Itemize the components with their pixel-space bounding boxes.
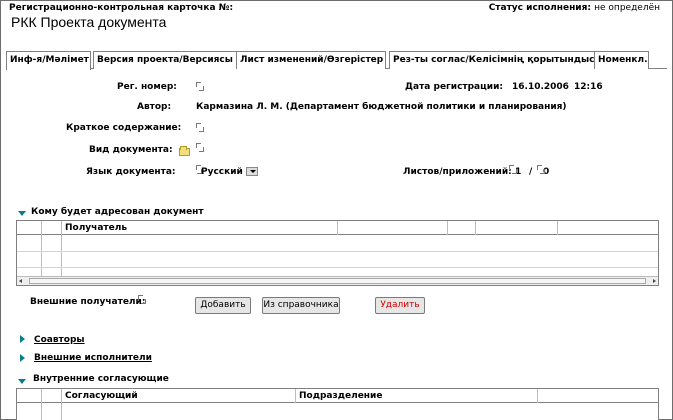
- col-divider: [537, 389, 538, 403]
- sheets-field-mark: [509, 165, 517, 174]
- collapse-triangle-icon[interactable]: [18, 211, 26, 216]
- addressed-section-title[interactable]: Кому будет адресован документ: [31, 207, 204, 217]
- language-label: Язык документа:: [86, 167, 176, 177]
- status-block: Статус исполнения: не определён: [489, 3, 660, 13]
- language-dropdown-arrow[interactable]: [246, 167, 258, 176]
- external-recipients-label: Внешние получатели:: [30, 297, 146, 307]
- status-label: Статус исполнения:: [488, 3, 591, 13]
- scroll-thumb[interactable]: [29, 278, 646, 284]
- department-column-header[interactable]: Подразделение: [299, 391, 382, 401]
- col-divider: [337, 221, 338, 235]
- tab-project-version[interactable]: Версия проекта/Версиясы: [93, 51, 238, 69]
- rkk-window: Регистрационно-контрольная карточка №: С…: [0, 0, 673, 420]
- tab-change-list[interactable]: Лист изменений/Өзгерістер: [236, 51, 386, 69]
- table-row: [17, 251, 658, 252]
- header-bar: Регистрационно-контрольная карточка №: С…: [9, 3, 664, 13]
- reg-date-label: Дата регистрации:: [405, 82, 504, 92]
- expand-triangle-icon[interactable]: [20, 354, 25, 362]
- reg-number-label: Рег. номер:: [117, 82, 177, 92]
- doctype-label: Вид документа:: [89, 145, 173, 155]
- language-value: Русский: [201, 167, 243, 177]
- tab-info[interactable]: Инф-я/Мәлімет: [6, 51, 91, 70]
- reg-number-field[interactable]: [196, 82, 204, 91]
- col-divider: [557, 221, 558, 235]
- status-value: не определён: [594, 3, 660, 13]
- approver-column-header[interactable]: Согласующий: [65, 391, 138, 401]
- expand-triangle-icon[interactable]: [20, 335, 25, 343]
- sheets-label: Листов/приложений:: [403, 167, 512, 177]
- add-button[interactable]: Добавить: [195, 297, 251, 314]
- col-divider: [475, 221, 476, 235]
- col-divider: [61, 389, 62, 420]
- internal-approvers-title[interactable]: Внутренние согласующие: [33, 374, 169, 384]
- external-executors-link[interactable]: Внешние исполнители: [34, 353, 152, 363]
- tab-bar: Инф-я/Мәлімет Версия проекта/Версиясы Ли…: [6, 51, 667, 70]
- sheets-separator: /: [529, 167, 533, 177]
- attachments-field-mark: [537, 165, 545, 174]
- reg-time-value: 12:16: [574, 82, 603, 92]
- from-reference-button[interactable]: Из справочника: [262, 297, 340, 314]
- col-divider: [41, 389, 42, 420]
- external-recipients-field[interactable]: [138, 295, 146, 304]
- recipient-column-header[interactable]: Получатель: [65, 223, 127, 233]
- author-value: Кармазина Л. М. (Департамент бюджетной п…: [196, 102, 567, 112]
- delete-button[interactable]: Удалить: [375, 297, 425, 314]
- collapse-triangle-icon[interactable]: [18, 379, 26, 384]
- col-divider: [447, 221, 448, 235]
- tab-nomenclature[interactable]: Номенкл.: [594, 51, 649, 69]
- author-label: Автор:: [137, 102, 172, 112]
- card-number-label: Регистрационно-контрольная карточка №:: [9, 3, 234, 13]
- page-title: РКК Проекта документа: [11, 14, 167, 30]
- recipients-table: Получатель: [16, 220, 659, 286]
- tab-approval-results[interactable]: Рез-ты соглас/Келісімнің қорытындысы: [389, 51, 603, 69]
- approvers-table: Согласующий Подразделение: [16, 388, 659, 420]
- scroll-right-icon[interactable]: [653, 279, 656, 283]
- summary-field[interactable]: [196, 123, 204, 132]
- horizontal-scrollbar[interactable]: [17, 276, 658, 285]
- summary-label: Краткое содержание:: [66, 123, 182, 133]
- table-row: [17, 267, 658, 268]
- col-divider: [295, 389, 296, 403]
- doctype-field[interactable]: [196, 143, 204, 152]
- reg-date-value: 16.10.2006: [512, 82, 569, 92]
- scroll-left-icon[interactable]: [19, 279, 22, 283]
- folder-icon[interactable]: [179, 146, 190, 156]
- coauthors-link[interactable]: Соавторы: [34, 335, 85, 345]
